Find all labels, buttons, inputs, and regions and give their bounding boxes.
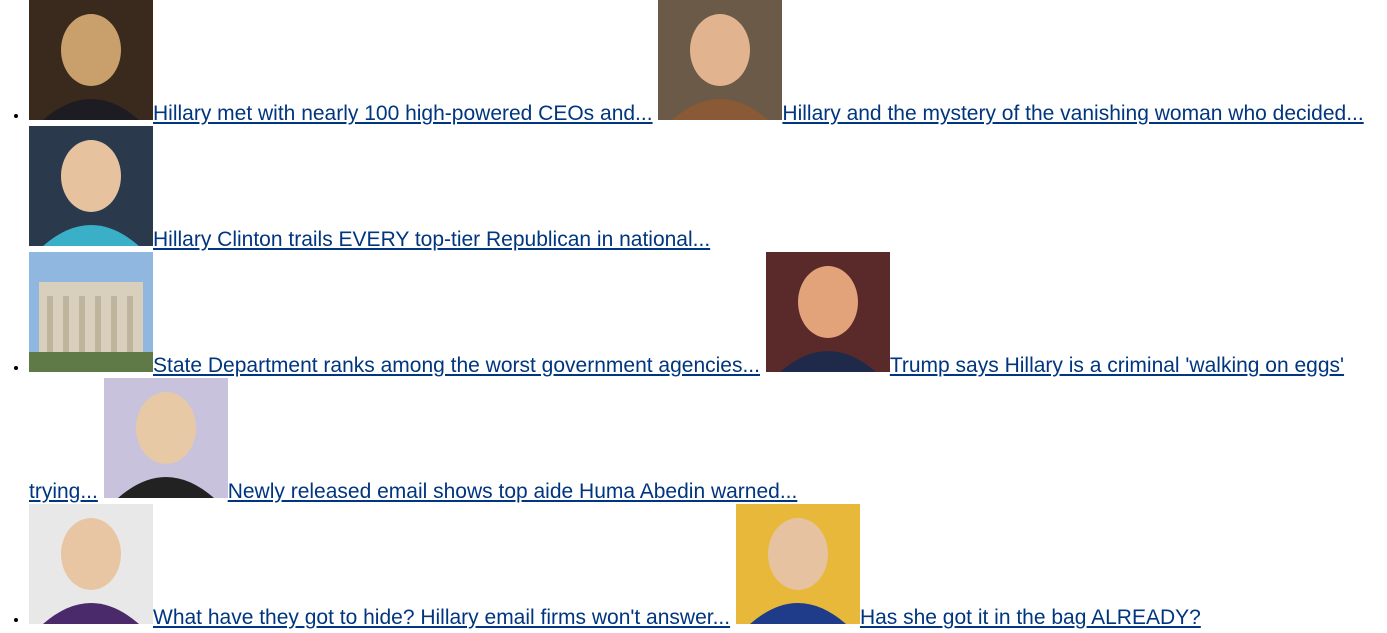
list-item: What have they got to hide? Hillary emai… [29, 504, 1387, 630]
story-link[interactable]: Newly released email shows top aide Huma… [228, 480, 798, 503]
hillary-podium-photo [103, 378, 228, 498]
hillary-yellow-background-photo [735, 504, 860, 624]
thumbnail-image[interactable] [29, 252, 153, 372]
thumbnail-image[interactable] [658, 0, 783, 120]
smiling-woman-photo [658, 0, 783, 120]
clinton-embrace-photo [29, 0, 153, 120]
state-department-building-photo [29, 252, 153, 372]
list-item: State Department ranks among the worst g… [29, 252, 1387, 504]
thumbnail-image[interactable] [29, 126, 153, 246]
related-articles-list: Hillary met with nearly 100 high-powered… [0, 0, 1387, 630]
thumbnail-image[interactable] [29, 504, 153, 624]
thumbnail-image[interactable] [103, 378, 228, 498]
story-link[interactable]: State Department ranks among the worst g… [153, 354, 760, 377]
story-link[interactable]: Hillary Clinton trails EVERY top-tier Re… [153, 228, 710, 251]
thumbnail-image[interactable] [765, 252, 890, 372]
story-link[interactable]: Hillary met with nearly 100 high-powered… [153, 102, 653, 125]
story-link[interactable]: What have they got to hide? Hillary emai… [153, 606, 730, 629]
story-link[interactable]: Hillary and the mystery of the vanishing… [782, 102, 1363, 125]
story-link[interactable]: Has she got it in the bag ALREADY? [860, 606, 1201, 629]
thumbnail-image[interactable] [735, 504, 860, 624]
hillary-purple-jacket-photo [29, 504, 153, 624]
list-item: Hillary met with nearly 100 high-powered… [29, 0, 1387, 252]
hillary-speaking-photo [29, 126, 153, 246]
trump-speaking-photo [765, 252, 890, 372]
thumbnail-image[interactable] [29, 0, 153, 120]
